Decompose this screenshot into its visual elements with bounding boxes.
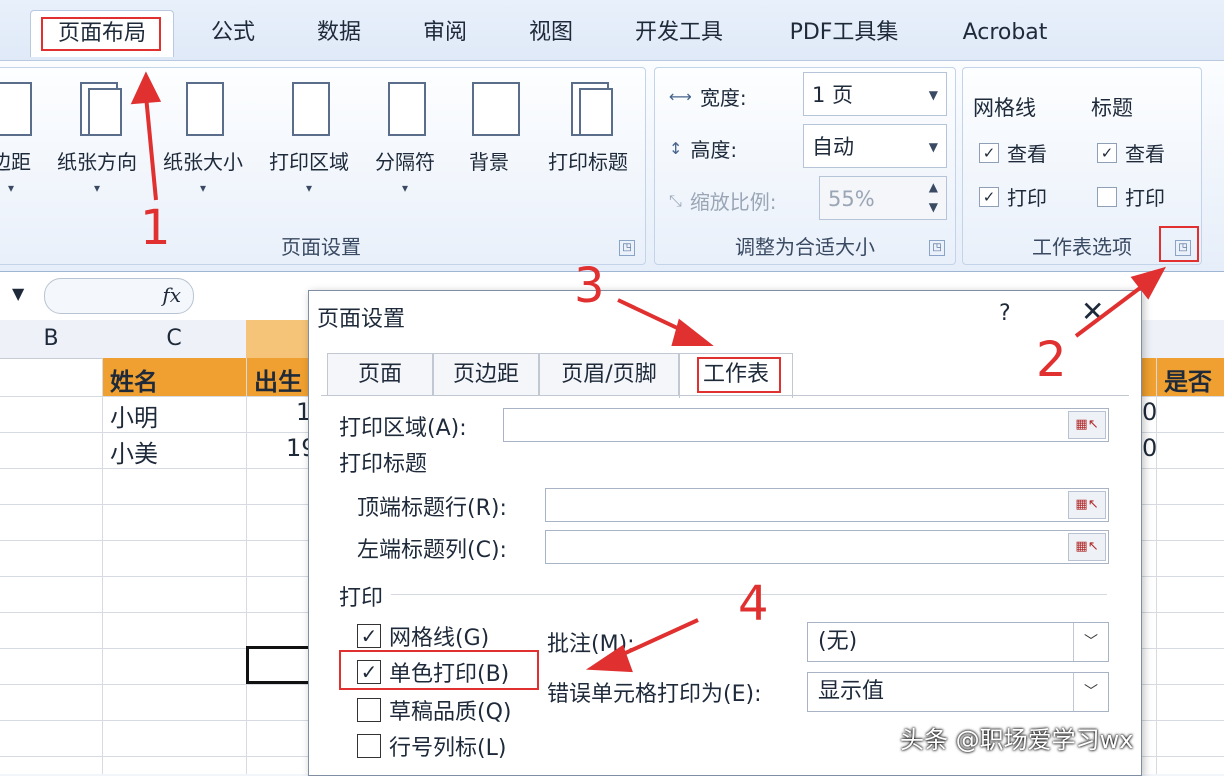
annotation-number-2: 2 [1036, 332, 1067, 388]
arrow-1 [130, 71, 162, 201]
arrow-4 [585, 618, 699, 673]
annotation-number-1: 1 [140, 200, 171, 256]
arrow-3 [617, 298, 714, 346]
annotation-number-3: 3 [574, 258, 605, 314]
annotation-number-4: 4 [738, 576, 769, 632]
watermark-text: 头条 @职场爱学习wx [900, 726, 1134, 754]
arrow-2 [1074, 266, 1167, 338]
